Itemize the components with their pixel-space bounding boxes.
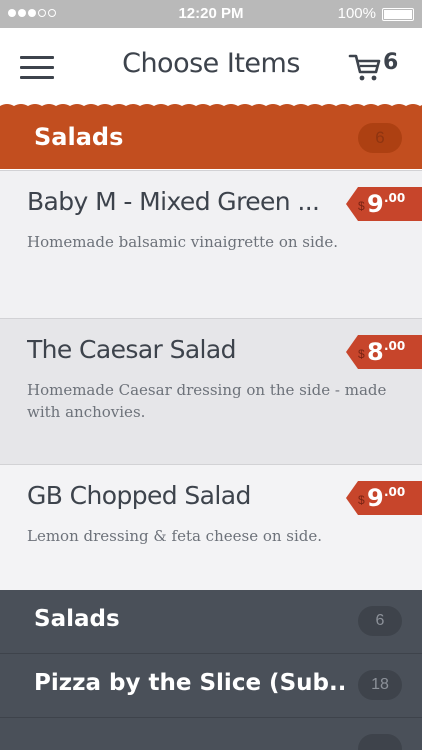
category-list: Salads 6 Pizza by the Slice (Sub... 18	[0, 590, 422, 750]
category-header[interactable]: Salads 6	[0, 107, 422, 169]
price-tag: $ 9 .00	[346, 481, 422, 515]
category-count-badge: 6	[358, 123, 402, 153]
category-title: Salads	[34, 123, 124, 151]
price-tag: $ 8 .00	[346, 335, 422, 369]
nav-bar: Choose Items 6	[0, 28, 422, 108]
price-cents: .00	[384, 485, 406, 499]
item-name: GB Chopped Salad	[27, 481, 251, 510]
cart-icon[interactable]	[348, 52, 382, 82]
price-dollars: 9	[367, 484, 384, 512]
price-currency: $	[358, 199, 365, 213]
category-list-label: Salads	[34, 606, 120, 632]
price-cents: .00	[384, 339, 406, 353]
category-list-item[interactable]	[0, 718, 422, 750]
menu-item[interactable]: GB Chopped Salad Lemon dressing & feta c…	[0, 464, 422, 590]
item-description: Homemade balsamic vinaigrette on side.	[27, 233, 339, 251]
category-list-item[interactable]: Pizza by the Slice (Sub... 18	[0, 654, 422, 718]
price-currency: $	[358, 493, 365, 507]
battery-percent: 100%	[337, 5, 376, 22]
battery-icon	[382, 8, 414, 21]
price-cents: .00	[384, 191, 406, 205]
price-dollars: 8	[367, 338, 384, 366]
item-description: Lemon dressing & feta cheese on side.	[27, 527, 323, 545]
category-list-count: 6	[358, 606, 402, 636]
item-name: The Caesar Salad	[27, 335, 237, 364]
item-name: Baby M - Mixed Green ...	[27, 187, 320, 216]
cart-count[interactable]: 6	[383, 50, 398, 75]
category-list-count	[358, 734, 402, 750]
category-list-item[interactable]: Salads 6	[0, 590, 422, 654]
price-tag: $ 9 .00	[346, 187, 422, 221]
category-list-label: Pizza by the Slice (Sub...	[34, 670, 344, 696]
menu-item[interactable]: The Caesar Salad Homemade Caesar dressin…	[0, 318, 422, 464]
item-description: Homemade Caesar dressing on the side - m…	[27, 381, 387, 421]
status-bar: 12:20 PM 100%	[0, 0, 422, 28]
category-list-count: 18	[358, 670, 402, 700]
menu-item[interactable]: Baby M - Mixed Green ... Homemade balsam…	[0, 170, 422, 318]
price-currency: $	[358, 347, 365, 361]
price-dollars: 9	[367, 190, 384, 218]
